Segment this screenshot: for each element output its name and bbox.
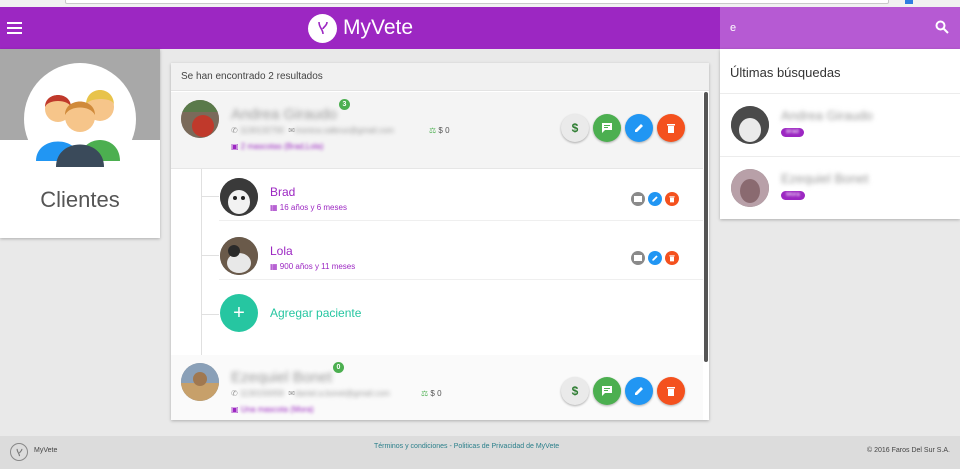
client-actions: $ <box>561 377 685 405</box>
clients-group-icon <box>24 63 136 175</box>
edit-button[interactable] <box>625 114 653 142</box>
chat-icon <box>602 386 612 396</box>
client-contact: ✆ 1130150059 ✉daniel.a.bonet@gmail.com <box>231 389 390 398</box>
client-count-badge: 0 <box>333 362 344 373</box>
history-button[interactable] <box>631 192 645 206</box>
footer-links[interactable]: Términos y condiciones - Politicas de Pr… <box>374 443 559 450</box>
recent-search-item[interactable]: Andrea Giraudo Brad <box>720 93 960 155</box>
footer-logo-icon <box>10 443 28 461</box>
paw-icon: ▣ <box>231 405 239 414</box>
recent-avatar <box>731 106 769 144</box>
pet-age: ▦ 16 años y 6 meses <box>270 203 347 212</box>
menu-icon[interactable] <box>7 22 22 34</box>
email-icon: ✉ <box>288 389 295 398</box>
app-title: MyVete <box>343 16 414 39</box>
scale-icon: ⚖ <box>421 389 429 398</box>
delete-button[interactable] <box>657 377 685 405</box>
footer: MyVete Términos y condiciones - Politica… <box>0 436 960 469</box>
delete-pet-button[interactable] <box>665 192 679 206</box>
search-bar <box>720 7 960 49</box>
folder-icon <box>634 255 642 261</box>
delete-button[interactable] <box>657 114 685 142</box>
pet-row[interactable]: Brad ▦ 16 años y 6 meses <box>219 171 703 221</box>
pencil-icon <box>652 255 658 261</box>
phone-icon: ✆ <box>231 126 240 135</box>
pet-actions <box>631 192 679 206</box>
folder-icon <box>634 196 642 202</box>
logo-icon <box>308 13 337 43</box>
trash-icon <box>667 124 675 133</box>
edit-button[interactable] <box>625 377 653 405</box>
client-name[interactable]: Ezequiel Bonet <box>231 369 332 386</box>
clients-label: Clientes <box>40 187 120 212</box>
pencil-icon <box>635 387 643 395</box>
edit-pet-button[interactable] <box>648 192 662 206</box>
search-input[interactable] <box>730 18 930 38</box>
recent-searches-panel: Últimas búsquedas Andrea Giraudo Brad Ez… <box>720 49 960 219</box>
footer-brand: MyVete <box>34 447 58 454</box>
trash-icon <box>669 255 675 262</box>
pet-name[interactable]: Brad <box>270 185 295 199</box>
recent-name[interactable]: Andrea Giraudo <box>781 108 873 123</box>
client-count-badge: 3 <box>339 99 350 110</box>
recent-search-item[interactable]: Ezequiel Bonet Mora <box>720 156 960 218</box>
history-button[interactable] <box>631 251 645 265</box>
pet-row[interactable]: Lola ▦ 900 años y 11 meses <box>219 230 703 280</box>
paw-icon: ▣ <box>231 142 239 151</box>
edit-pet-button[interactable] <box>648 251 662 265</box>
add-patient-label[interactable]: Agregar paciente <box>270 306 361 320</box>
client-contact: ✆ 1130132700 ✉monica.calbruo@gmail.com <box>231 126 394 135</box>
client-name[interactable]: Andrea Giraudo <box>231 106 337 123</box>
add-patient-button[interactable]: + Agregar paciente <box>219 294 519 334</box>
client-row[interactable]: Ezequiel Bonet 0 ✆ 1130150059 ✉daniel.a.… <box>171 355 703 420</box>
pet-name[interactable]: Lola <box>270 244 293 258</box>
balance-button[interactable]: $ <box>561 377 589 405</box>
address-bar[interactable] <box>65 0 889 4</box>
client-balance: ⚖ $ 0 <box>421 389 442 398</box>
recent-avatar <box>731 169 769 207</box>
client-balance: ⚖ $ 0 <box>429 126 450 135</box>
recent-name[interactable]: Ezequiel Bonet <box>781 171 868 186</box>
pencil-icon <box>635 124 643 132</box>
trash-icon <box>667 387 675 396</box>
pet-avatar <box>220 178 258 216</box>
phone-icon: ✆ <box>231 389 240 398</box>
plus-icon[interactable]: + <box>220 294 258 332</box>
recent-pet-tag: Brad <box>781 128 804 137</box>
email-icon: ✉ <box>288 126 295 135</box>
pet-age: ▦ 900 años y 11 meses <box>270 262 356 271</box>
pet-avatar <box>220 237 258 275</box>
client-actions: $ <box>561 114 685 142</box>
client-avatar <box>181 363 219 401</box>
scrollbar[interactable] <box>704 92 708 362</box>
delete-pet-button[interactable] <box>665 251 679 265</box>
pencil-icon <box>652 196 658 202</box>
calendar-icon: ▦ <box>270 203 278 212</box>
client-pets-summary: ▣ 2 mascotas (Brad,Lola) <box>231 142 324 151</box>
search-results-panel: Se han encontrado 2 resultados Andrea Gi… <box>171 63 709 420</box>
app-brand[interactable]: MyVete <box>308 13 413 43</box>
client-avatar <box>181 100 219 138</box>
trash-icon <box>669 196 675 203</box>
clients-card[interactable]: Clientes <box>0 49 160 238</box>
recent-searches-title: Últimas búsquedas <box>730 65 841 80</box>
pet-actions <box>631 251 679 265</box>
message-button[interactable] <box>593 377 621 405</box>
client-pets-summary: ▣ Una mascota (Mora) <box>231 405 314 414</box>
recent-pet-tag: Mora <box>781 191 805 200</box>
calendar-icon: ▦ <box>270 262 278 271</box>
extension-icon[interactable] <box>905 0 913 4</box>
results-count: Se han encontrado 2 resultados <box>171 63 709 91</box>
balance-button[interactable]: $ <box>561 114 589 142</box>
search-icon[interactable] <box>935 20 949 34</box>
client-row[interactable]: Andrea Giraudo 3 ✆ 1130132700 ✉monica.ca… <box>171 92 703 169</box>
browser-chrome <box>0 0 960 7</box>
scale-icon: ⚖ <box>429 126 437 135</box>
client-pets-list: Brad ▦ 16 años y 6 meses Lola ▦ 900 años… <box>171 169 703 355</box>
message-button[interactable] <box>593 114 621 142</box>
footer-copyright: © 2016 Faros Del Sur S.A. <box>867 447 950 454</box>
chat-icon <box>602 123 612 133</box>
